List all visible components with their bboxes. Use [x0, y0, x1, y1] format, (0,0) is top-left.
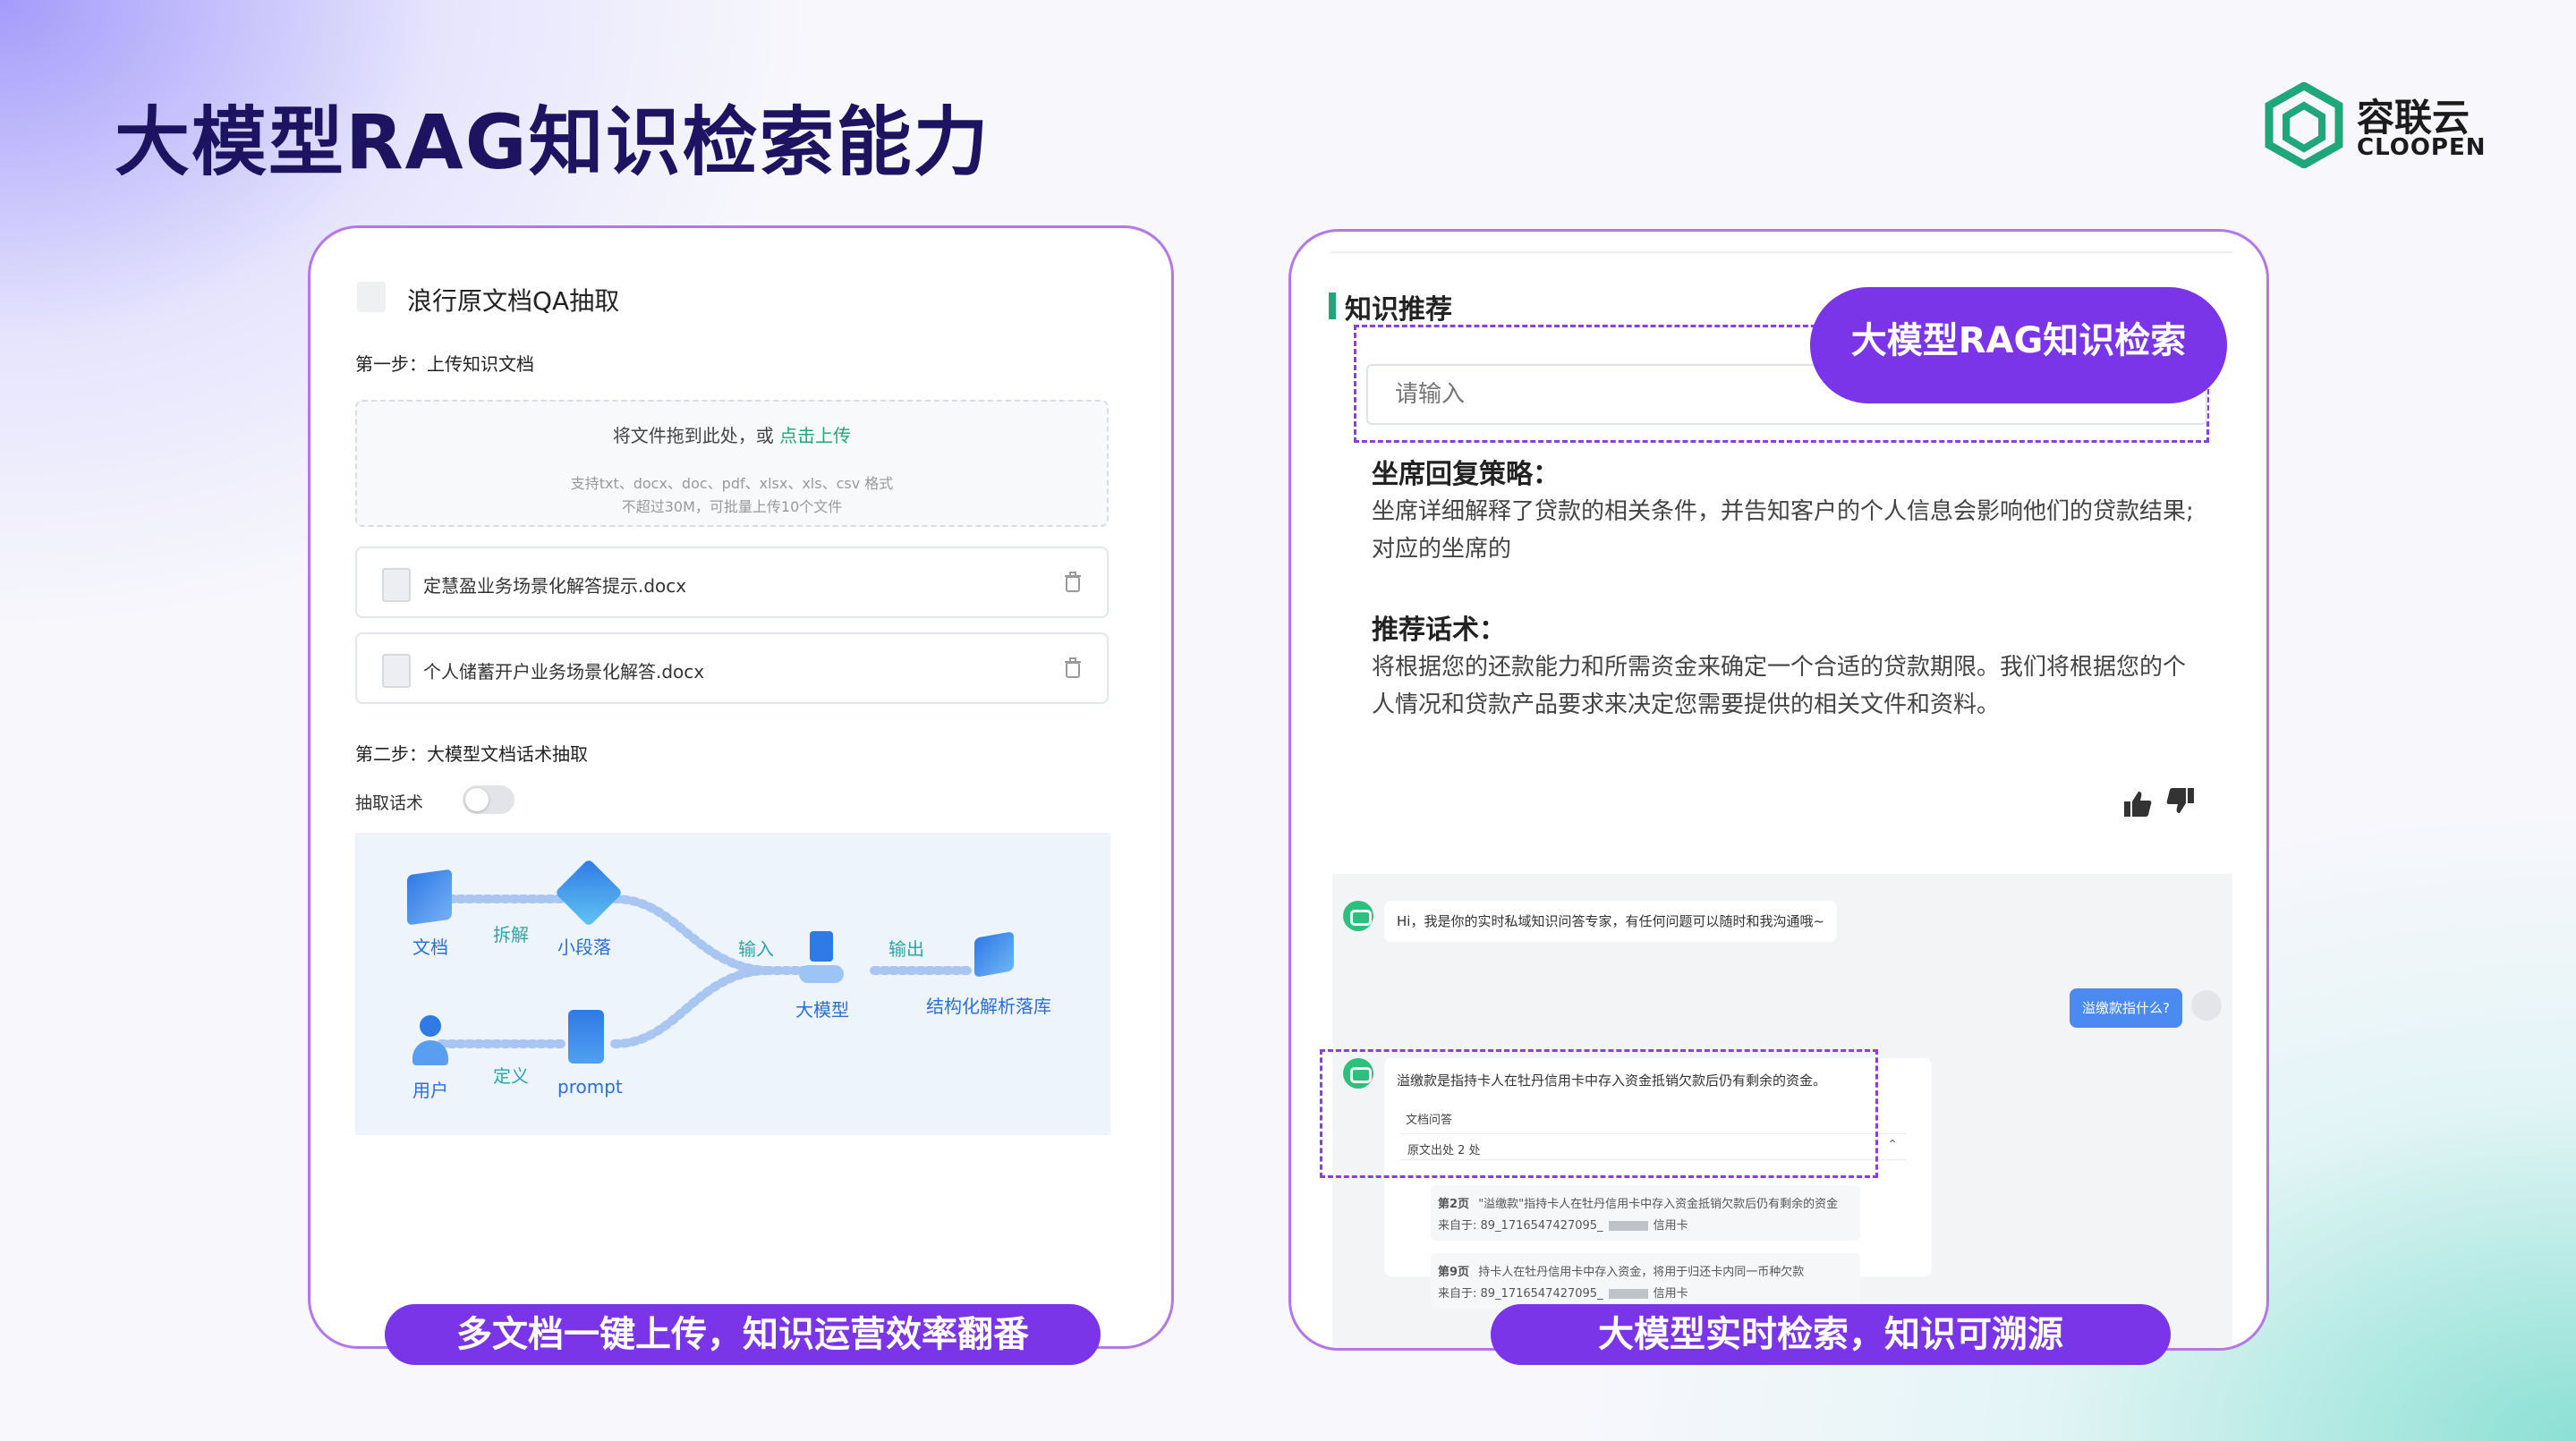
source-from: 来自于: 89_1716547427095_ — [1438, 1287, 1603, 1301]
file-icon — [382, 654, 411, 688]
file-name: 个人储蓄开户业务场景化解答.docx — [423, 661, 705, 682]
section-marker — [1329, 292, 1336, 319]
document-node-icon — [407, 869, 452, 926]
flow-connectors — [437, 894, 977, 1048]
answer-highlight-box — [1320, 1049, 1878, 1178]
user-question-bubble: 溢缴款指什么? — [2070, 988, 2182, 1028]
redacted-mask — [1608, 1289, 1648, 1299]
file-row[interactable]: 个人储蓄开户业务场景化解答.docx — [355, 632, 1109, 704]
document-qa-card: 浪行原文档QA抽取 第一步：上传知识文档 将文件拖到此处，或 点击上传 支持tx… — [308, 225, 1174, 1349]
flow-user-label: 用户 — [412, 1080, 448, 1101]
flow-chunk-label: 小段落 — [557, 937, 611, 958]
user-node-icon — [412, 1015, 448, 1065]
flow-doc-label: 文档 — [412, 937, 448, 958]
flow-input-label: 输入 — [738, 938, 774, 960]
script-text: 将根据您的还款能力和所需资金来确定一个合适的贷款期限。我们将根据您的个人情况和贷… — [1372, 654, 2187, 718]
upload-formats: 支持txt、docx、doc、pdf、xlsx、xls、csv 格式 — [570, 475, 894, 492]
prompt-node-icon — [568, 1010, 604, 1064]
step1-label: 第一步：上传知识文档 — [355, 353, 534, 375]
toggle-knob — [465, 788, 489, 811]
llm-node-icon — [799, 931, 844, 987]
rag-badge: 大模型RAG知识检索 — [1810, 287, 2227, 403]
database-node-icon — [974, 931, 1014, 978]
source-from: 来自于: 89_1716547427095_ — [1438, 1219, 1603, 1233]
chevron-up-icon: ⌃ — [1887, 1138, 1898, 1152]
upload-prompt: 将文件拖到此处，或 — [612, 425, 774, 446]
flow-split-label: 拆解 — [493, 924, 529, 945]
source-item[interactable]: 第2页 "溢缴款"指持卡人在牡丹信用卡中存入资金抵销欠款后仍有剩余的资金 来自于… — [1431, 1185, 1860, 1241]
logo-en-text: CLOOPEN — [2357, 134, 2487, 161]
trash-icon[interactable] — [1064, 572, 1082, 593]
source-item[interactable]: 第9页 持卡人在牡丹信用卡中存入资金，将用于归还卡内同一币种欠款 来自于: 89… — [1431, 1253, 1860, 1309]
card-header: 浪行原文档QA抽取 — [407, 286, 620, 316]
redacted-mask — [1608, 1221, 1648, 1231]
thumbs-down-icon[interactable] — [2164, 784, 2197, 817]
file-icon — [382, 568, 411, 602]
slide-title: 大模型RAG知识检索能力 — [115, 98, 990, 186]
source-page: 第9页 — [1438, 1266, 1470, 1279]
extract-toggle[interactable] — [463, 785, 514, 814]
source-text: "溢缴款"指持卡人在牡丹信用卡中存入资金抵销欠款后仍有剩余的资金 — [1478, 1198, 1839, 1211]
upload-dropzone[interactable]: 将文件拖到此处，或 点击上传 支持txt、docx、doc、pdf、xlsx、x… — [355, 400, 1109, 527]
script-title: 推荐话术： — [1372, 615, 1506, 646]
knowledge-retrieval-card: 知识推荐 大模型RAG知识检索 坐席回复策略： 坐席详细解释了贷款的相关条件，并… — [1288, 229, 2269, 1351]
flow-prompt-label: prompt — [557, 1076, 623, 1098]
user-avatar — [2191, 990, 2222, 1021]
left-caption-pill: 多文档一键上传，知识运营效率翻番 — [385, 1304, 1101, 1365]
hexagon-logo-icon — [2265, 82, 2343, 168]
flow-output-label: 输出 — [888, 938, 924, 960]
source-page: 第2页 — [1438, 1198, 1470, 1211]
right-caption-pill: 大模型实时检索，知识可溯源 — [1491, 1304, 2171, 1365]
strategy-text: 坐席详细解释了贷款的相关条件，并告知客户的个人信息会影响他们的贷款结果; 对应的… — [1372, 498, 2194, 563]
upload-link[interactable]: 点击上传 — [779, 425, 851, 446]
source-suffix: 信用卡 — [1653, 1287, 1688, 1301]
strategy-title: 坐席回复策略： — [1372, 459, 1560, 490]
section-title: 知识推荐 — [1345, 294, 1452, 326]
cloopen-logo: 容联云 CLOOPEN — [2264, 82, 2486, 168]
file-row[interactable]: 定慧盈业务场景化解答提示.docx — [355, 547, 1109, 618]
file-name: 定慧盈业务场景化解答提示.docx — [423, 575, 687, 597]
flow-llm-label: 大模型 — [795, 999, 849, 1021]
source-text: 持卡人在牡丹信用卡中存入资金，将用于归还卡内同一币种欠款 — [1478, 1266, 1805, 1279]
step2-label: 第二步：大模型文档话术抽取 — [355, 743, 588, 765]
thumbs-up-icon[interactable] — [2121, 788, 2154, 820]
extract-label: 抽取话术 — [355, 793, 424, 813]
doc-icon — [357, 282, 386, 312]
upload-limit: 不超过30M，可批量上传10个文件 — [621, 498, 843, 515]
flow-define-label: 定义 — [493, 1065, 529, 1087]
rag-flow-diagram: 文档 拆解 小段落 用户 定义 prompt 输入 大模型 输出 结构化解析落库 — [355, 833, 1110, 1135]
bot-avatar-icon — [1343, 901, 1373, 931]
bot-greeting-bubble: Hi，我是你的实时私域知识问答专家，有任何问题可以随时和我沟通哦~ — [1384, 901, 1838, 942]
trash-icon[interactable] — [1064, 657, 1082, 679]
flow-store-label: 结构化解析落库 — [926, 996, 1051, 1017]
source-suffix: 信用卡 — [1653, 1219, 1688, 1233]
